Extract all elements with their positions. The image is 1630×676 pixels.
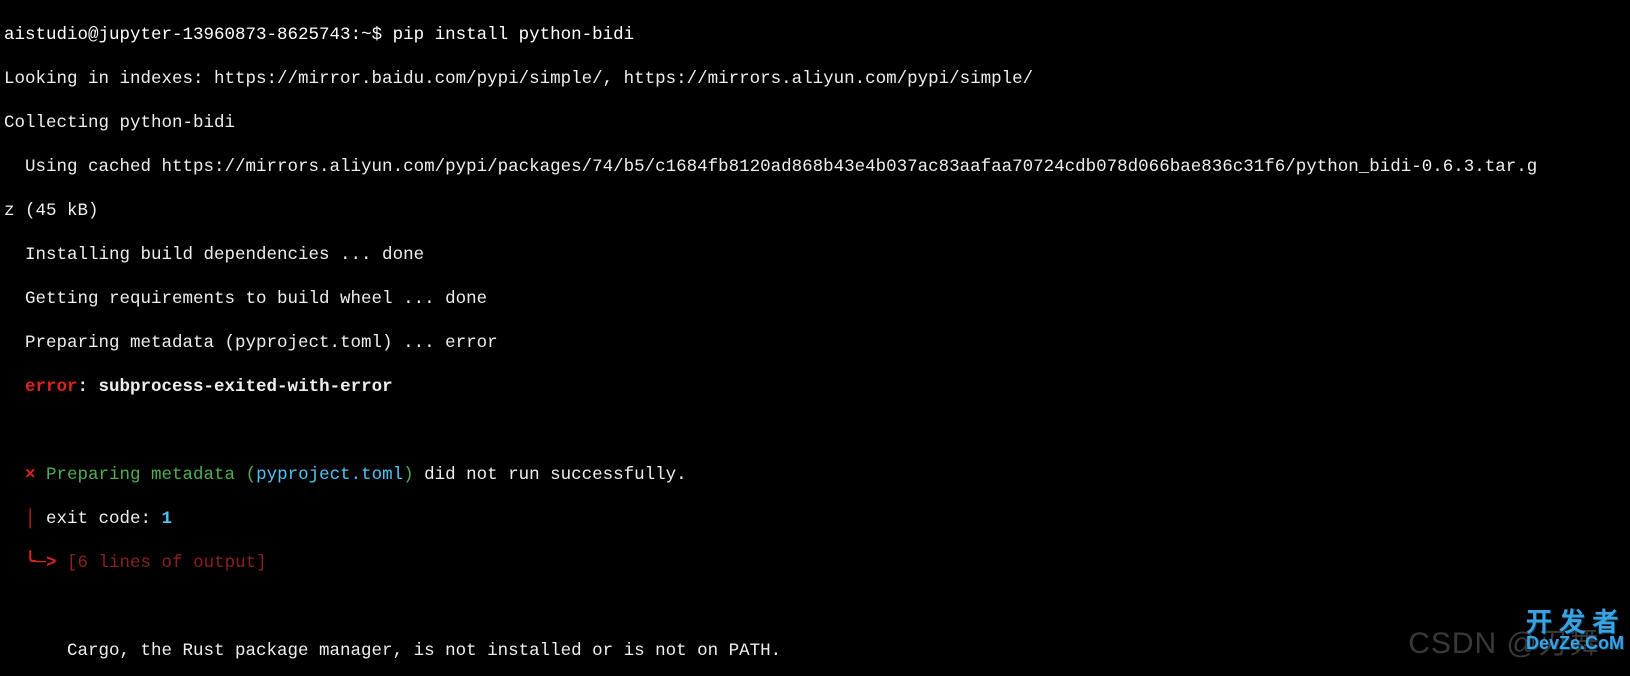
pipe-icon: │ [4,509,46,529]
paren-close: ) [403,465,414,485]
error-sep: : [78,377,99,397]
cross-icon: × [4,465,46,485]
error-line: error: subprocess-exited-with-error [4,376,1626,398]
output-line: Collecting python-bidi [4,112,1626,134]
pyproject-text: pyproject.toml [256,465,403,485]
output-line: Cargo, the Rust package manager, is not … [4,640,1626,662]
prompt-path: :~$ [351,25,393,45]
exit-label: exit code: [46,509,162,529]
error-message: subprocess-exited-with-error [99,377,393,397]
prompt-line: aistudio@jupyter-13960873-8625743:~$ pip… [4,24,1626,46]
lines-marker: ╰─> [6 lines of output] [4,552,1626,574]
output-line: Using cached https://mirrors.aliyun.com/… [4,156,1626,178]
prepare-line: × Preparing metadata (pyproject.toml) di… [4,464,1626,486]
output-line: Looking in indexes: https://mirror.baidu… [4,68,1626,90]
blank-line [4,420,1626,442]
command-text: pip install python-bidi [393,25,635,45]
error-label: error [4,377,78,397]
exit-code: 1 [162,509,173,529]
prepare-text: Preparing metadata [46,465,246,485]
exit-code-line: │ exit code: 1 [4,508,1626,530]
paren-open: ( [246,465,257,485]
output-line: Installing build dependencies ... done [4,244,1626,266]
prompt-user: aistudio@jupyter-13960873-8625743 [4,25,351,45]
lines-count: [6 lines of output] [67,553,267,573]
output-line: Preparing metadata (pyproject.toml) ... … [4,332,1626,354]
output-line: Getting requirements to build wheel ... … [4,288,1626,310]
blank-line [4,596,1626,618]
terminal-output[interactable]: aistudio@jupyter-13960873-8625743:~$ pip… [0,0,1630,676]
arrow-icon: ╰─> [4,553,67,573]
output-line: z (45 kB) [4,200,1626,222]
prepare-suffix: did not run successfully. [414,465,687,485]
